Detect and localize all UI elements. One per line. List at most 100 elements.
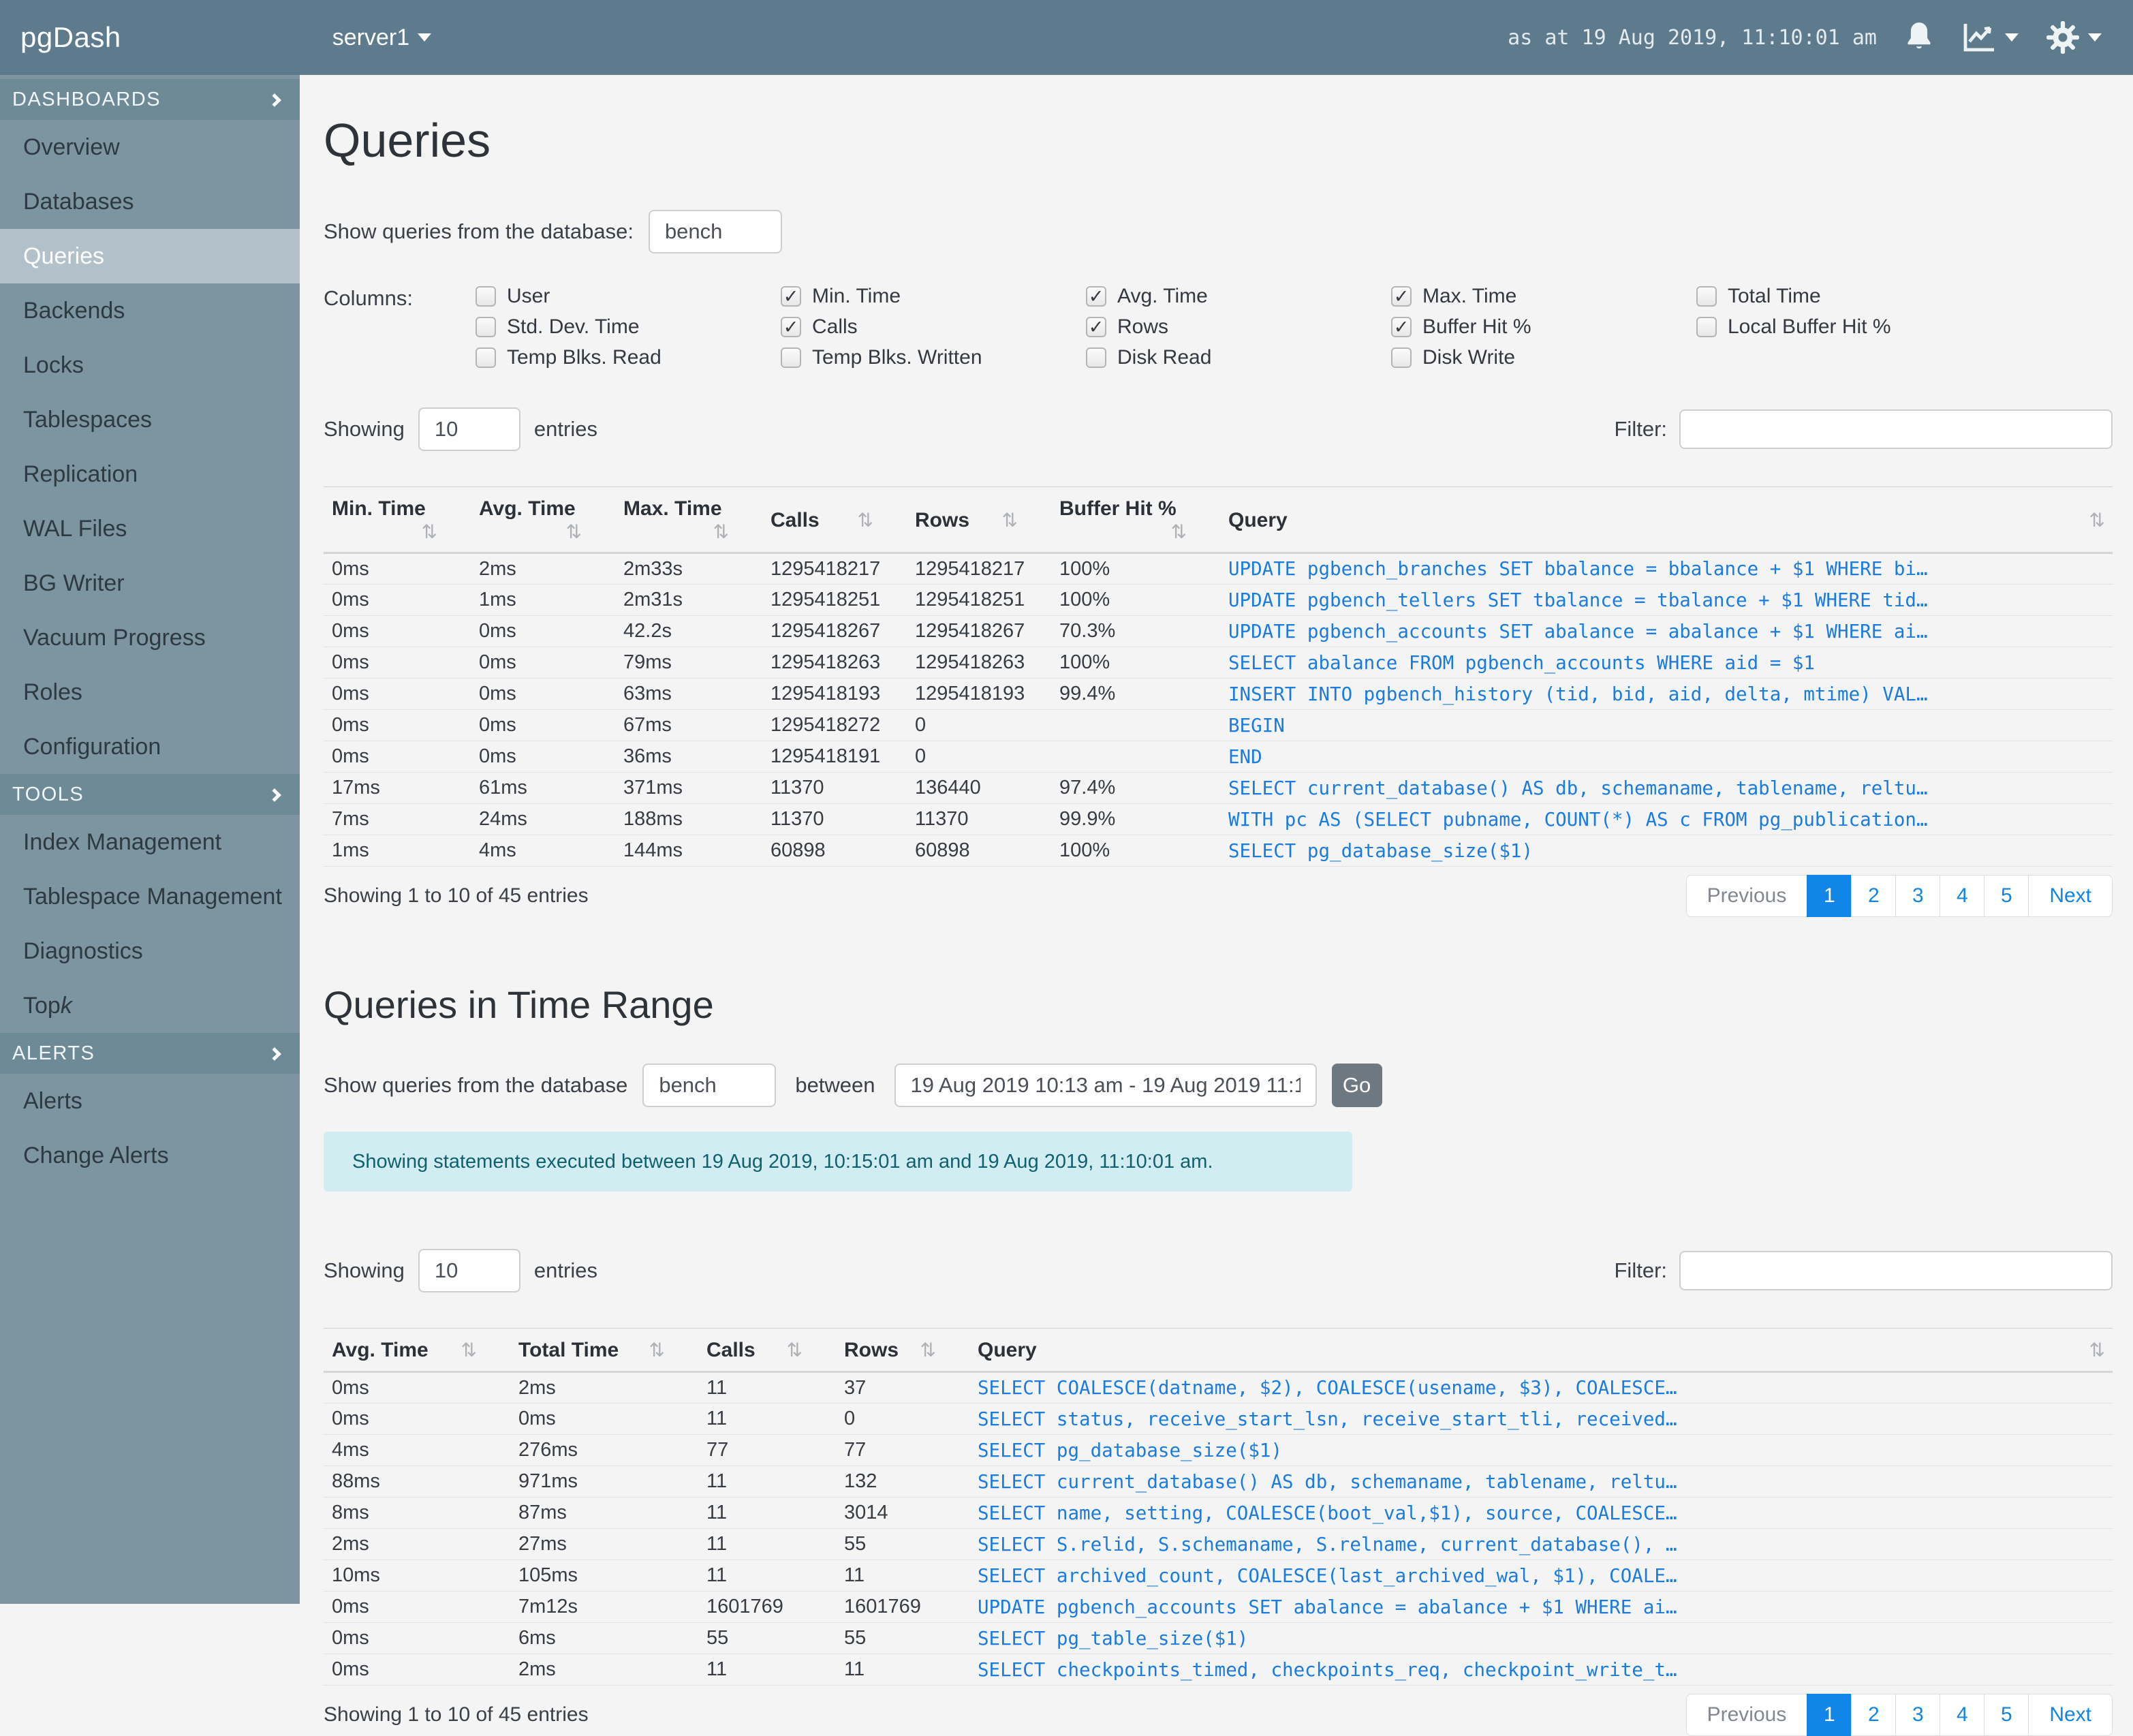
checkbox-box[interactable]: ✓ xyxy=(1086,286,1106,307)
checkbox-local-buffer-hit[interactable]: Local Buffer Hit % xyxy=(1696,315,2113,338)
sidebar-item-top-k[interactable]: Top k xyxy=(0,978,300,1033)
page-previous[interactable]: Previous xyxy=(1685,875,1808,917)
query-cell[interactable]: SELECT COALESCE(datname, $2), COALESCE(u… xyxy=(969,1371,2113,1404)
page-5[interactable]: 5 xyxy=(1984,875,2029,917)
checkbox-rows[interactable]: ✓ Rows xyxy=(1086,315,1391,338)
sidebar-section-dashboards[interactable]: DASHBOARDS xyxy=(0,79,300,120)
sidebar-item-locks[interactable]: Locks xyxy=(0,338,300,392)
sort-icon[interactable]: ⇅ xyxy=(920,1339,937,1361)
sort-icon[interactable]: ⇅ xyxy=(649,1339,666,1361)
column-header-total-time[interactable]: Total Time ⇅ xyxy=(510,1328,698,1373)
sidebar-item-bg-writer[interactable]: BG Writer xyxy=(0,556,300,610)
checkbox-box[interactable] xyxy=(1391,347,1412,368)
checkbox-disk-write[interactable]: Disk Write xyxy=(1391,346,1696,369)
sidebar-item-index-management[interactable]: Index Management xyxy=(0,815,300,869)
checkbox-min-time[interactable]: ✓ Min. Time xyxy=(781,285,1086,307)
checkbox-box[interactable]: ✓ xyxy=(1391,317,1412,337)
query-cell[interactable]: END xyxy=(1220,741,2113,773)
checkbox-total-time[interactable]: Total Time xyxy=(1696,285,2113,307)
query-cell[interactable]: INSERT INTO pgbench_history (tid, bid, a… xyxy=(1220,678,2113,710)
sort-icon[interactable]: ⇅ xyxy=(787,1339,803,1361)
checkbox-disk-read[interactable]: Disk Read xyxy=(1086,346,1391,369)
sidebar-item-replication[interactable]: Replication xyxy=(0,447,300,501)
sidebar-item-roles[interactable]: Roles xyxy=(0,665,300,719)
query-cell[interactable]: SELECT pg_table_size($1) xyxy=(969,1622,2113,1654)
page-previous[interactable]: Previous xyxy=(1685,1694,1808,1736)
checkbox-box[interactable]: ✓ xyxy=(781,317,801,337)
checkbox-box[interactable] xyxy=(781,347,801,368)
query-cell[interactable]: BEGIN xyxy=(1220,709,2113,741)
checkbox-buffer-hit[interactable]: ✓ Buffer Hit % xyxy=(1391,315,1696,338)
bell-icon[interactable] xyxy=(1904,21,1934,54)
sort-icon[interactable]: ⇅ xyxy=(422,521,438,543)
checkbox-avg-time[interactable]: ✓ Avg. Time xyxy=(1086,285,1391,307)
database-input[interactable] xyxy=(648,210,782,253)
query-cell[interactable]: SELECT checkpoints_timed, checkpoints_re… xyxy=(969,1654,2113,1686)
sort-icon[interactable]: ⇅ xyxy=(1002,509,1018,531)
sort-icon[interactable]: ⇅ xyxy=(566,521,582,543)
sidebar-item-backends[interactable]: Backends xyxy=(0,283,300,338)
server-selector[interactable]: server1 xyxy=(332,25,432,51)
column-header-query[interactable]: Query ⇅ xyxy=(1220,486,2113,554)
column-header-rows[interactable]: Rows ⇅ xyxy=(907,486,1051,554)
sort-icon[interactable]: ⇅ xyxy=(461,1339,478,1361)
page-size-input-2[interactable] xyxy=(418,1249,520,1292)
go-button[interactable]: Go xyxy=(1331,1064,1382,1107)
sort-icon[interactable]: ⇅ xyxy=(2089,1339,2106,1361)
sidebar-item-tablespaces[interactable]: Tablespaces xyxy=(0,392,300,447)
query-cell[interactable]: SELECT name, setting, COALESCE(boot_val,… xyxy=(969,1497,2113,1529)
page-size-input[interactable] xyxy=(418,407,520,451)
column-header-avg-time[interactable]: Avg. Time ⇅ xyxy=(471,486,615,554)
sort-icon[interactable]: ⇅ xyxy=(1171,521,1187,543)
query-cell[interactable]: SELECT status, receive_start_lsn, receiv… xyxy=(969,1403,2113,1435)
query-cell[interactable]: WITH pc AS (SELECT pubname, COUNT(*) AS … xyxy=(1220,803,2113,835)
page-1[interactable]: 1 xyxy=(1807,1694,1852,1736)
checkbox-temp-blks-written[interactable]: Temp Blks. Written xyxy=(781,346,1086,369)
sidebar-section-tools[interactable]: TOOLS xyxy=(0,774,300,815)
app-logo[interactable]: pgDash xyxy=(20,21,121,54)
page-4[interactable]: 4 xyxy=(1940,875,1985,917)
checkbox-box[interactable] xyxy=(476,286,496,307)
checkbox-user[interactable]: User xyxy=(476,285,781,307)
checkbox-box[interactable]: ✓ xyxy=(1086,317,1106,337)
sort-icon[interactable]: ⇅ xyxy=(858,509,874,531)
checkbox-box[interactable] xyxy=(1696,317,1717,337)
checkbox-box[interactable] xyxy=(1086,347,1106,368)
checkbox-calls[interactable]: ✓ Calls xyxy=(781,315,1086,338)
sidebar-section-alerts[interactable]: ALERTS xyxy=(0,1033,300,1074)
page-next[interactable]: Next xyxy=(2028,875,2113,917)
page-3[interactable]: 3 xyxy=(1895,875,1941,917)
sidebar-item-tablespace-management[interactable]: Tablespace Management xyxy=(0,869,300,924)
column-header-avg-time[interactable]: Avg. Time ⇅ xyxy=(324,1328,510,1373)
sidebar-item-change-alerts[interactable]: Change Alerts xyxy=(0,1128,300,1183)
checkbox-box[interactable]: ✓ xyxy=(781,286,801,307)
database-input-2[interactable] xyxy=(642,1064,777,1107)
query-cell[interactable]: SELECT current_database() AS db, scheman… xyxy=(969,1466,2113,1498)
page-5[interactable]: 5 xyxy=(1984,1694,2029,1736)
column-header-calls[interactable]: Calls ⇅ xyxy=(762,486,907,554)
sidebar-item-configuration[interactable]: Configuration xyxy=(0,719,300,774)
page-3[interactable]: 3 xyxy=(1895,1694,1941,1736)
page-2[interactable]: 2 xyxy=(1851,1694,1897,1736)
checkbox-box[interactable] xyxy=(476,347,496,368)
query-cell[interactable]: UPDATE pgbench_tellers SET tbalance = tb… xyxy=(1220,584,2113,616)
column-header-max-time[interactable]: Max. Time ⇅ xyxy=(615,486,762,554)
charts-menu[interactable] xyxy=(1961,21,2019,54)
filter-input-2[interactable] xyxy=(1679,1251,2113,1290)
checkbox-box[interactable] xyxy=(1696,286,1717,307)
settings-menu[interactable] xyxy=(2046,20,2102,55)
checkbox-std-dev-time[interactable]: Std. Dev. Time xyxy=(476,315,781,338)
sidebar-item-vacuum-progress[interactable]: Vacuum Progress xyxy=(0,610,300,665)
sort-icon[interactable]: ⇅ xyxy=(2089,509,2106,531)
query-cell[interactable]: SELECT pg_database_size($1) xyxy=(969,1434,2113,1466)
filter-input[interactable] xyxy=(1679,409,2113,449)
page-1[interactable]: 1 xyxy=(1807,875,1852,917)
column-header-rows[interactable]: Rows ⇅ xyxy=(836,1328,969,1373)
page-4[interactable]: 4 xyxy=(1940,1694,1985,1736)
query-cell[interactable]: SELECT pg_database_size($1) xyxy=(1220,835,2113,867)
column-header-min-time[interactable]: Min. Time ⇅ xyxy=(324,486,471,554)
checkbox-box[interactable] xyxy=(476,317,496,337)
sidebar-item-databases[interactable]: Databases xyxy=(0,174,300,229)
date-range-input[interactable] xyxy=(894,1064,1317,1107)
query-cell[interactable]: UPDATE pgbench_accounts SET abalance = a… xyxy=(1220,615,2113,647)
